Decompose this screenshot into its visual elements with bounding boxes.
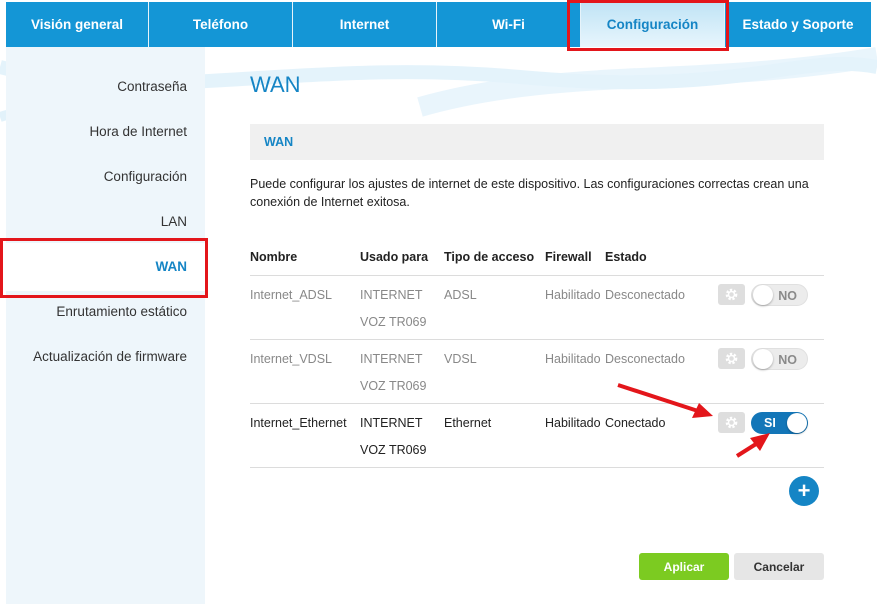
tab-vision-general[interactable]: Visión general: [6, 2, 149, 47]
row-status: Desconectado: [605, 352, 685, 366]
row-firewall: Habilitado: [545, 416, 601, 430]
table-divider: [250, 275, 824, 276]
sidebar-item-enrutamiento-estatico[interactable]: Enrutamiento estático: [56, 304, 187, 319]
sidebar-item-contrasena[interactable]: Contraseña: [117, 79, 187, 94]
tab-internet[interactable]: Internet: [293, 2, 437, 47]
row-access-type: VDSL: [444, 352, 477, 366]
row-access-type: Ethernet: [444, 416, 492, 430]
row-used-for-2: VOZ TR069: [360, 379, 427, 393]
page-title: WAN: [250, 72, 301, 97]
section-title: WAN: [264, 135, 294, 149]
gear-icon: [725, 416, 738, 429]
table-divider: [250, 403, 824, 404]
column-header-tipo-acceso: Tipo de acceso: [444, 250, 535, 264]
arrow-head-icon: [750, 433, 770, 451]
column-header-nombre: Nombre: [250, 250, 298, 264]
cancel-button[interactable]: Cancelar: [734, 553, 824, 580]
toggle-label: NO: [778, 289, 797, 303]
sidebar-item-configuracion[interactable]: Configuración: [104, 169, 187, 184]
column-header-estado: Estado: [605, 250, 647, 264]
settings-gear-button[interactable]: [718, 284, 745, 305]
toggle-knob: [787, 413, 807, 433]
row-used-for: INTERNET: [360, 416, 423, 430]
table-divider: [250, 467, 824, 468]
row-access-type: ADSL: [444, 288, 477, 302]
sidebar: Contraseña Hora de Internet Configuració…: [6, 47, 205, 604]
row-used-for: INTERNET: [360, 288, 423, 302]
row-name: Internet_Ethernet: [250, 416, 347, 430]
gear-icon: [725, 352, 738, 365]
section-header: WAN: [250, 124, 824, 160]
tab-telefono[interactable]: Teléfono: [149, 2, 293, 47]
row-name: Internet_VDSL: [250, 352, 332, 366]
connection-toggle[interactable]: NO: [751, 284, 808, 306]
sidebar-item-hora-internet[interactable]: Hora de Internet: [89, 124, 187, 139]
highlight-box-configuracion: [567, 0, 729, 51]
arrow-head-icon: [692, 403, 713, 418]
tab-estado-soporte[interactable]: Estado y Soporte: [725, 2, 871, 47]
highlight-box-wan: [0, 238, 208, 298]
row-firewall: Habilitado: [545, 288, 601, 302]
toggle-knob: [753, 349, 773, 369]
row-used-for: INTERNET: [360, 352, 423, 366]
column-header-usado-para: Usado para: [360, 250, 429, 264]
column-header-firewall: Firewall: [545, 250, 592, 264]
row-status: Desconectado: [605, 288, 685, 302]
plus-icon: +: [797, 478, 811, 503]
row-name: Internet_ADSL: [250, 288, 332, 302]
settings-gear-button[interactable]: [718, 412, 745, 433]
arrow-to-gear-icon: [617, 383, 699, 413]
toggle-knob: [753, 285, 773, 305]
row-firewall: Habilitado: [545, 352, 601, 366]
tab-wifi[interactable]: Wi-Fi: [437, 2, 581, 47]
sidebar-item-actualizacion-firmware[interactable]: Actualización de firmware: [33, 349, 187, 364]
row-used-for-2: VOZ TR069: [360, 443, 427, 457]
row-status: Conectado: [605, 416, 666, 430]
top-navigation: Visión general Teléfono Internet Wi-Fi C…: [6, 2, 871, 47]
gear-icon: [725, 288, 738, 301]
toggle-label: NO: [778, 353, 797, 367]
row-used-for-2: VOZ TR069: [360, 315, 427, 329]
table-divider: [250, 339, 824, 340]
description-text: Puede configurar los ajustes de internet…: [250, 177, 809, 209]
connection-toggle[interactable]: NO: [751, 348, 808, 370]
connection-toggle[interactable]: SI: [751, 412, 808, 434]
sidebar-item-lan[interactable]: LAN: [161, 214, 187, 229]
arrow-to-toggle-icon: [735, 442, 758, 458]
toggle-label: SI: [764, 416, 776, 430]
settings-gear-button[interactable]: [718, 348, 745, 369]
apply-button[interactable]: Aplicar: [639, 553, 729, 580]
add-connection-button[interactable]: +: [789, 476, 819, 506]
